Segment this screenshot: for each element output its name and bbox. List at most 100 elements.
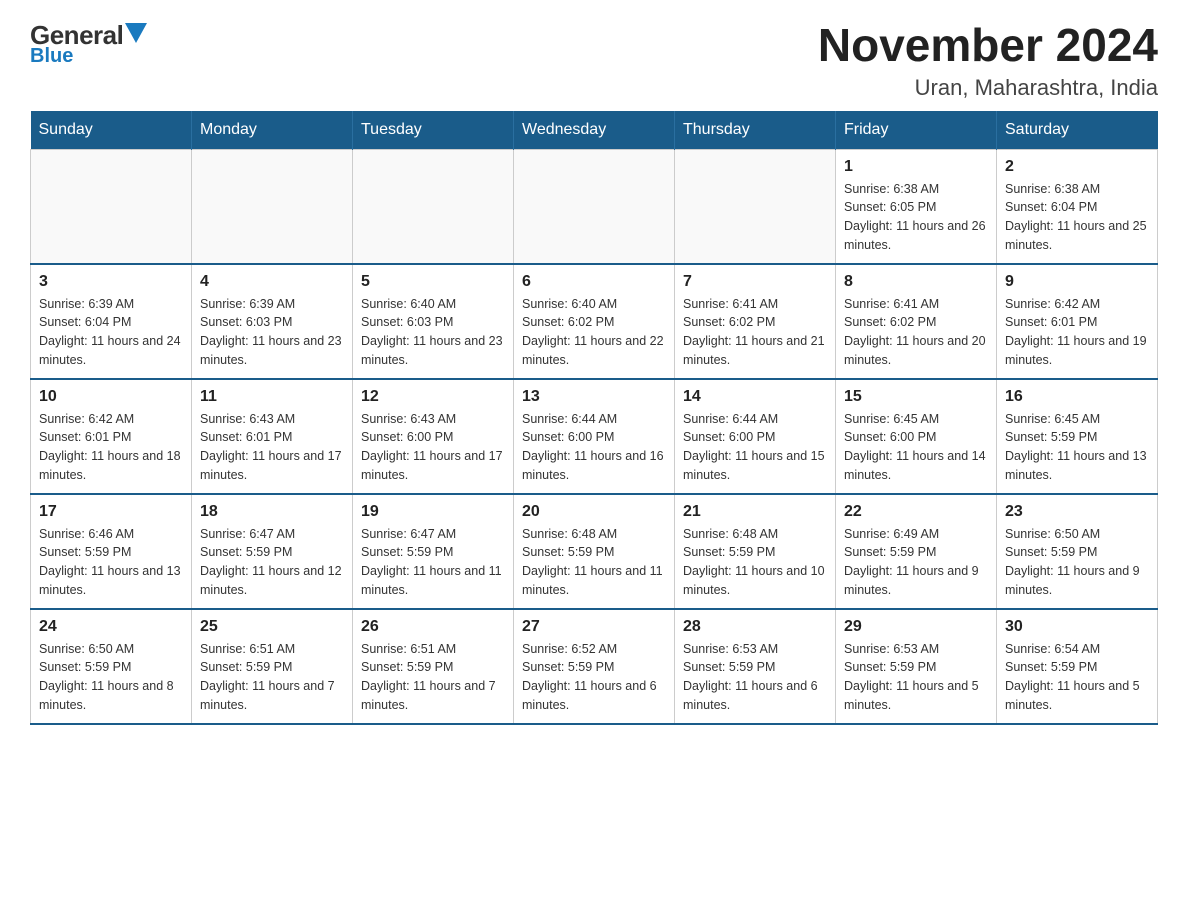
- calendar-cell: [353, 149, 514, 264]
- day-info: Sunrise: 6:44 AMSunset: 6:00 PMDaylight:…: [522, 410, 666, 485]
- calendar-cell: 20 Sunrise: 6:48 AMSunset: 5:59 PMDayligh…: [514, 494, 675, 609]
- day-info: Sunrise: 6:51 AMSunset: 5:59 PMDaylight:…: [361, 640, 505, 715]
- day-info: Sunrise: 6:52 AMSunset: 5:59 PMDaylight:…: [522, 640, 666, 715]
- day-info: Sunrise: 6:39 AMSunset: 6:04 PMDaylight:…: [39, 295, 183, 370]
- day-number: 13: [522, 388, 666, 406]
- day-info: Sunrise: 6:42 AMSunset: 6:01 PMDaylight:…: [39, 410, 183, 485]
- day-info: Sunrise: 6:51 AMSunset: 5:59 PMDaylight:…: [200, 640, 344, 715]
- calendar-cell: [675, 149, 836, 264]
- day-info: Sunrise: 6:40 AMSunset: 6:03 PMDaylight:…: [361, 295, 505, 370]
- day-number: 10: [39, 388, 183, 406]
- calendar-cell: 17 Sunrise: 6:46 AMSunset: 5:59 PMDayligh…: [31, 494, 192, 609]
- day-info: Sunrise: 6:48 AMSunset: 5:59 PMDaylight:…: [683, 525, 827, 600]
- day-number: 17: [39, 503, 183, 521]
- day-info: Sunrise: 6:49 AMSunset: 5:59 PMDaylight:…: [844, 525, 988, 600]
- calendar-cell: 30 Sunrise: 6:54 AMSunset: 5:59 PMDayligh…: [997, 609, 1158, 724]
- calendar-cell: 22Sunrise: 6:49 AMSunset: 5:59 PMDayligh…: [836, 494, 997, 609]
- day-info: Sunrise: 6:50 AMSunset: 5:59 PMDaylight:…: [39, 640, 183, 715]
- day-info: Sunrise: 6:43 AMSunset: 6:00 PMDaylight:…: [361, 410, 505, 485]
- day-number: 7: [683, 273, 827, 291]
- calendar-cell: 5 Sunrise: 6:40 AMSunset: 6:03 PMDaylight…: [353, 264, 514, 379]
- logo-blue-text: Blue: [30, 45, 73, 68]
- day-info: Sunrise: 6:45 AMSunset: 6:00 PMDaylight:…: [844, 410, 988, 485]
- calendar-cell: 21 Sunrise: 6:48 AMSunset: 5:59 PMDayligh…: [675, 494, 836, 609]
- month-title: November 2024: [818, 20, 1158, 71]
- day-number: 19: [361, 503, 505, 521]
- day-number: 8: [844, 273, 988, 291]
- calendar-cell: 25 Sunrise: 6:51 AMSunset: 5:59 PMDayligh…: [192, 609, 353, 724]
- day-info: Sunrise: 6:46 AMSunset: 5:59 PMDaylight:…: [39, 525, 183, 600]
- location-title: Uran, Maharashtra, India: [818, 75, 1158, 101]
- calendar-cell: 9 Sunrise: 6:42 AMSunset: 6:01 PMDaylight…: [997, 264, 1158, 379]
- calendar-cell: 24Sunrise: 6:50 AMSunset: 5:59 PMDayligh…: [31, 609, 192, 724]
- day-info: Sunrise: 6:41 AMSunset: 6:02 PMDaylight:…: [683, 295, 827, 370]
- day-number: 25: [200, 618, 344, 636]
- calendar-cell: 1Sunrise: 6:38 AMSunset: 6:05 PMDaylight…: [836, 149, 997, 264]
- weekday-header-row: SundayMondayTuesdayWednesdayThursdayFrid…: [31, 111, 1158, 150]
- calendar-cell: 3 Sunrise: 6:39 AMSunset: 6:04 PMDaylight…: [31, 264, 192, 379]
- calendar-cell: 7 Sunrise: 6:41 AMSunset: 6:02 PMDaylight…: [675, 264, 836, 379]
- logo: General Blue: [30, 20, 147, 68]
- day-number: 11: [200, 388, 344, 406]
- page-header: General Blue November 2024 Uran, Maharas…: [30, 20, 1158, 101]
- calendar-cell: 29Sunrise: 6:53 AMSunset: 5:59 PMDayligh…: [836, 609, 997, 724]
- calendar-cell: 18 Sunrise: 6:47 AMSunset: 5:59 PMDayligh…: [192, 494, 353, 609]
- day-info: Sunrise: 6:48 AMSunset: 5:59 PMDaylight:…: [522, 525, 666, 600]
- weekday-header-sunday: Sunday: [31, 111, 192, 150]
- day-info: Sunrise: 6:40 AMSunset: 6:02 PMDaylight:…: [522, 295, 666, 370]
- calendar-week-3: 10 Sunrise: 6:42 AMSunset: 6:01 PMDayligh…: [31, 379, 1158, 494]
- day-number: 15: [844, 388, 988, 406]
- weekday-header-tuesday: Tuesday: [353, 111, 514, 150]
- day-info: Sunrise: 6:39 AMSunset: 6:03 PMDaylight:…: [200, 295, 344, 370]
- day-number: 23: [1005, 503, 1149, 521]
- calendar-cell: 23 Sunrise: 6:50 AMSunset: 5:59 PMDayligh…: [997, 494, 1158, 609]
- day-info: Sunrise: 6:44 AMSunset: 6:00 PMDaylight:…: [683, 410, 827, 485]
- day-info: Sunrise: 6:41 AMSunset: 6:02 PMDaylight:…: [844, 295, 988, 370]
- weekday-header-thursday: Thursday: [675, 111, 836, 150]
- day-info: Sunrise: 6:47 AMSunset: 5:59 PMDaylight:…: [361, 525, 505, 600]
- logo-triangle-icon: [125, 23, 147, 43]
- calendar-week-2: 3 Sunrise: 6:39 AMSunset: 6:04 PMDaylight…: [31, 264, 1158, 379]
- calendar-cell: [514, 149, 675, 264]
- calendar-cell: 28 Sunrise: 6:53 AMSunset: 5:59 PMDayligh…: [675, 609, 836, 724]
- day-number: 9: [1005, 273, 1149, 291]
- day-info: Sunrise: 6:53 AMSunset: 5:59 PMDaylight:…: [683, 640, 827, 715]
- calendar-cell: [31, 149, 192, 264]
- calendar-week-1: 1Sunrise: 6:38 AMSunset: 6:05 PMDaylight…: [31, 149, 1158, 264]
- calendar-cell: [192, 149, 353, 264]
- day-info: Sunrise: 6:47 AMSunset: 5:59 PMDaylight:…: [200, 525, 344, 600]
- calendar-cell: 4Sunrise: 6:39 AMSunset: 6:03 PMDaylight…: [192, 264, 353, 379]
- day-info: Sunrise: 6:54 AMSunset: 5:59 PMDaylight:…: [1005, 640, 1149, 715]
- calendar-cell: 19 Sunrise: 6:47 AMSunset: 5:59 PMDayligh…: [353, 494, 514, 609]
- calendar-cell: 26 Sunrise: 6:51 AMSunset: 5:59 PMDayligh…: [353, 609, 514, 724]
- calendar-cell: 11Sunrise: 6:43 AMSunset: 6:01 PMDayligh…: [192, 379, 353, 494]
- day-info: Sunrise: 6:38 AMSunset: 6:04 PMDaylight:…: [1005, 180, 1149, 255]
- day-info: Sunrise: 6:50 AMSunset: 5:59 PMDaylight:…: [1005, 525, 1149, 600]
- day-number: 16: [1005, 388, 1149, 406]
- day-number: 20: [522, 503, 666, 521]
- calendar-table: SundayMondayTuesdayWednesdayThursdayFrid…: [30, 111, 1158, 725]
- calendar-cell: 8 Sunrise: 6:41 AMSunset: 6:02 PMDaylight…: [836, 264, 997, 379]
- day-number: 2: [1005, 158, 1149, 176]
- weekday-header-wednesday: Wednesday: [514, 111, 675, 150]
- day-number: 21: [683, 503, 827, 521]
- day-number: 28: [683, 618, 827, 636]
- day-number: 5: [361, 273, 505, 291]
- day-info: Sunrise: 6:42 AMSunset: 6:01 PMDaylight:…: [1005, 295, 1149, 370]
- calendar-cell: 15 Sunrise: 6:45 AMSunset: 6:00 PMDayligh…: [836, 379, 997, 494]
- weekday-header-friday: Friday: [836, 111, 997, 150]
- calendar-cell: 2 Sunrise: 6:38 AMSunset: 6:04 PMDaylight…: [997, 149, 1158, 264]
- calendar-week-4: 17 Sunrise: 6:46 AMSunset: 5:59 PMDayligh…: [31, 494, 1158, 609]
- day-number: 30: [1005, 618, 1149, 636]
- title-block: November 2024 Uran, Maharashtra, India: [818, 20, 1158, 101]
- day-info: Sunrise: 6:38 AMSunset: 6:05 PMDaylight:…: [844, 180, 988, 255]
- day-number: 3: [39, 273, 183, 291]
- calendar-cell: 10 Sunrise: 6:42 AMSunset: 6:01 PMDayligh…: [31, 379, 192, 494]
- day-number: 18: [200, 503, 344, 521]
- calendar-week-5: 24Sunrise: 6:50 AMSunset: 5:59 PMDayligh…: [31, 609, 1158, 724]
- weekday-header-saturday: Saturday: [997, 111, 1158, 150]
- day-number: 12: [361, 388, 505, 406]
- calendar-cell: 27Sunrise: 6:52 AMSunset: 5:59 PMDayligh…: [514, 609, 675, 724]
- day-number: 6: [522, 273, 666, 291]
- day-number: 26: [361, 618, 505, 636]
